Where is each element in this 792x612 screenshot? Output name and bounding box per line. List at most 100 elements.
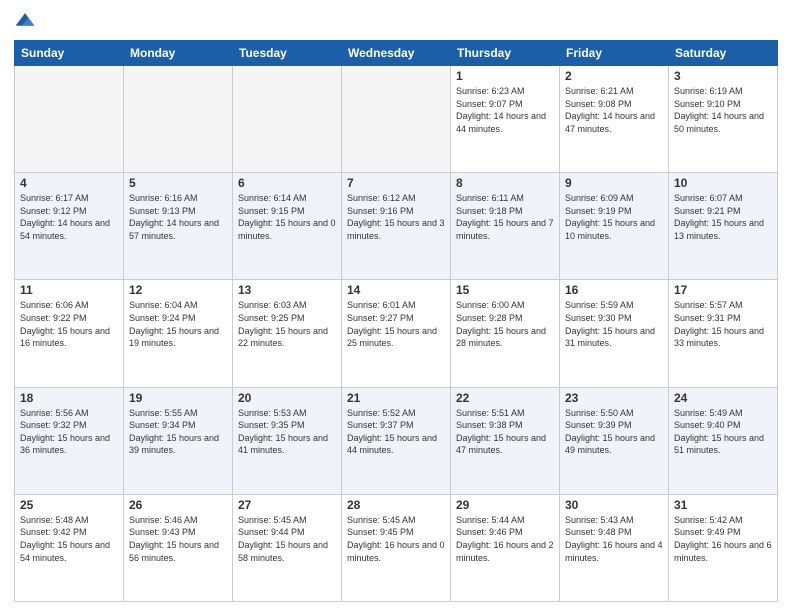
day-number: 30 <box>565 498 663 512</box>
day-info: Sunrise: 6:23 AMSunset: 9:07 PMDaylight:… <box>456 85 554 135</box>
day-number: 22 <box>456 391 554 405</box>
table-row <box>233 66 342 173</box>
calendar-week-row: 11 Sunrise: 6:06 AMSunset: 9:22 PMDayligh… <box>15 280 778 387</box>
table-row: 15Sunrise: 6:00 AMSunset: 9:28 PMDayligh… <box>451 280 560 387</box>
day-number: 31 <box>674 498 772 512</box>
day-number: 26 <box>129 498 227 512</box>
day-info: Sunrise: 5:49 AMSunset: 9:40 PMDaylight:… <box>674 407 772 457</box>
day-number: 1 <box>456 69 554 83</box>
table-row: 27 Sunrise: 5:45 AMSunset: 9:44 PMDayligh… <box>233 494 342 601</box>
day-number: 16 <box>565 283 663 297</box>
day-number: 17 <box>674 283 772 297</box>
table-row: 7 Sunrise: 6:12 AMSunset: 9:16 PMDaylight… <box>342 173 451 280</box>
day-number: 6 <box>238 176 336 190</box>
table-row: 18 Sunrise: 5:56 AMSunset: 9:32 PMDayligh… <box>15 387 124 494</box>
table-row: 22Sunrise: 5:51 AMSunset: 9:38 PMDayligh… <box>451 387 560 494</box>
day-info: Sunrise: 5:48 AMSunset: 9:42 PMDaylight:… <box>20 514 118 564</box>
table-row: 29 Sunrise: 5:44 AMSunset: 9:46 PMDayligh… <box>451 494 560 601</box>
day-info: Sunrise: 5:52 AMSunset: 9:37 PMDaylight:… <box>347 407 445 457</box>
day-number: 20 <box>238 391 336 405</box>
calendar-week-row: 4Sunrise: 6:17 AMSunset: 9:12 PMDaylight… <box>15 173 778 280</box>
table-row: 1 Sunrise: 6:23 AMSunset: 9:07 PMDaylight… <box>451 66 560 173</box>
day-number: 2 <box>565 69 663 83</box>
calendar-week-row: 25Sunrise: 5:48 AMSunset: 9:42 PMDayligh… <box>15 494 778 601</box>
day-info: Sunrise: 6:19 AMSunset: 9:10 PMDaylight:… <box>674 85 772 135</box>
day-info: Sunrise: 6:16 AMSunset: 9:13 PMDaylight:… <box>129 192 227 242</box>
day-number: 23 <box>565 391 663 405</box>
col-wednesday: Wednesday <box>342 41 451 66</box>
day-info: Sunrise: 6:01 AMSunset: 9:27 PMDaylight:… <box>347 299 445 349</box>
table-row: 21 Sunrise: 5:52 AMSunset: 9:37 PMDayligh… <box>342 387 451 494</box>
col-saturday: Saturday <box>669 41 778 66</box>
day-info: Sunrise: 5:42 AMSunset: 9:49 PMDaylight:… <box>674 514 772 564</box>
day-info: Sunrise: 5:59 AMSunset: 9:30 PMDaylight:… <box>565 299 663 349</box>
table-row <box>342 66 451 173</box>
table-row: 25Sunrise: 5:48 AMSunset: 9:42 PMDayligh… <box>15 494 124 601</box>
table-row: 20 Sunrise: 5:53 AMSunset: 9:35 PMDayligh… <box>233 387 342 494</box>
day-number: 27 <box>238 498 336 512</box>
day-number: 29 <box>456 498 554 512</box>
day-info: Sunrise: 5:44 AMSunset: 9:46 PMDaylight:… <box>456 514 554 564</box>
table-row: 28 Sunrise: 5:45 AMSunset: 9:45 PMDayligh… <box>342 494 451 601</box>
day-info: Sunrise: 5:53 AMSunset: 9:35 PMDaylight:… <box>238 407 336 457</box>
table-row: 30 Sunrise: 5:43 AMSunset: 9:48 PMDayligh… <box>560 494 669 601</box>
table-row: 5 Sunrise: 6:16 AMSunset: 9:13 PMDaylight… <box>124 173 233 280</box>
day-info: Sunrise: 5:46 AMSunset: 9:43 PMDaylight:… <box>129 514 227 564</box>
day-info: Sunrise: 6:21 AMSunset: 9:08 PMDaylight:… <box>565 85 663 135</box>
day-number: 5 <box>129 176 227 190</box>
calendar-header-row: Sunday Monday Tuesday Wednesday Thursday… <box>15 41 778 66</box>
day-number: 28 <box>347 498 445 512</box>
day-info: Sunrise: 6:03 AMSunset: 9:25 PMDaylight:… <box>238 299 336 349</box>
header <box>14 10 778 32</box>
day-number: 18 <box>20 391 118 405</box>
col-sunday: Sunday <box>15 41 124 66</box>
day-number: 21 <box>347 391 445 405</box>
table-row: 9Sunrise: 6:09 AMSunset: 9:19 PMDaylight… <box>560 173 669 280</box>
day-number: 14 <box>347 283 445 297</box>
day-info: Sunrise: 5:57 AMSunset: 9:31 PMDaylight:… <box>674 299 772 349</box>
calendar-table: Sunday Monday Tuesday Wednesday Thursday… <box>14 40 778 602</box>
day-info: Sunrise: 5:45 AMSunset: 9:45 PMDaylight:… <box>347 514 445 564</box>
col-monday: Monday <box>124 41 233 66</box>
table-row: 19 Sunrise: 5:55 AMSunset: 9:34 PMDayligh… <box>124 387 233 494</box>
col-thursday: Thursday <box>451 41 560 66</box>
table-row: 3Sunrise: 6:19 AMSunset: 9:10 PMDaylight… <box>669 66 778 173</box>
table-row: 6 Sunrise: 6:14 AMSunset: 9:15 PMDaylight… <box>233 173 342 280</box>
day-info: Sunrise: 5:50 AMSunset: 9:39 PMDaylight:… <box>565 407 663 457</box>
table-row: 10 Sunrise: 6:07 AMSunset: 9:21 PMDayligh… <box>669 173 778 280</box>
day-info: Sunrise: 6:12 AMSunset: 9:16 PMDaylight:… <box>347 192 445 242</box>
table-row: 12 Sunrise: 6:04 AMSunset: 9:24 PMDayligh… <box>124 280 233 387</box>
day-number: 12 <box>129 283 227 297</box>
table-row: 4Sunrise: 6:17 AMSunset: 9:12 PMDaylight… <box>15 173 124 280</box>
table-row: 31 Sunrise: 5:42 AMSunset: 9:49 PMDayligh… <box>669 494 778 601</box>
day-info: Sunrise: 6:07 AMSunset: 9:21 PMDaylight:… <box>674 192 772 242</box>
table-row: 17 Sunrise: 5:57 AMSunset: 9:31 PMDayligh… <box>669 280 778 387</box>
day-number: 13 <box>238 283 336 297</box>
day-number: 19 <box>129 391 227 405</box>
day-info: Sunrise: 5:56 AMSunset: 9:32 PMDaylight:… <box>20 407 118 457</box>
day-info: Sunrise: 5:43 AMSunset: 9:48 PMDaylight:… <box>565 514 663 564</box>
day-number: 10 <box>674 176 772 190</box>
logo-icon <box>14 10 36 32</box>
calendar-week-row: 1 Sunrise: 6:23 AMSunset: 9:07 PMDaylight… <box>15 66 778 173</box>
table-row: 8Sunrise: 6:11 AMSunset: 9:18 PMDaylight… <box>451 173 560 280</box>
day-number: 7 <box>347 176 445 190</box>
logo <box>14 10 40 32</box>
day-number: 24 <box>674 391 772 405</box>
table-row: 16 Sunrise: 5:59 AMSunset: 9:30 PMDayligh… <box>560 280 669 387</box>
day-info: Sunrise: 5:55 AMSunset: 9:34 PMDaylight:… <box>129 407 227 457</box>
day-info: Sunrise: 6:14 AMSunset: 9:15 PMDaylight:… <box>238 192 336 242</box>
day-info: Sunrise: 6:00 AMSunset: 9:28 PMDaylight:… <box>456 299 554 349</box>
table-row: 14 Sunrise: 6:01 AMSunset: 9:27 PMDayligh… <box>342 280 451 387</box>
day-info: Sunrise: 6:17 AMSunset: 9:12 PMDaylight:… <box>20 192 118 242</box>
table-row <box>15 66 124 173</box>
day-number: 9 <box>565 176 663 190</box>
day-info: Sunrise: 6:06 AMSunset: 9:22 PMDaylight:… <box>20 299 118 349</box>
day-info: Sunrise: 6:11 AMSunset: 9:18 PMDaylight:… <box>456 192 554 242</box>
table-row: 23 Sunrise: 5:50 AMSunset: 9:39 PMDayligh… <box>560 387 669 494</box>
day-info: Sunrise: 6:04 AMSunset: 9:24 PMDaylight:… <box>129 299 227 349</box>
table-row: 11 Sunrise: 6:06 AMSunset: 9:22 PMDayligh… <box>15 280 124 387</box>
day-number: 11 <box>20 283 118 297</box>
col-friday: Friday <box>560 41 669 66</box>
day-info: Sunrise: 5:45 AMSunset: 9:44 PMDaylight:… <box>238 514 336 564</box>
